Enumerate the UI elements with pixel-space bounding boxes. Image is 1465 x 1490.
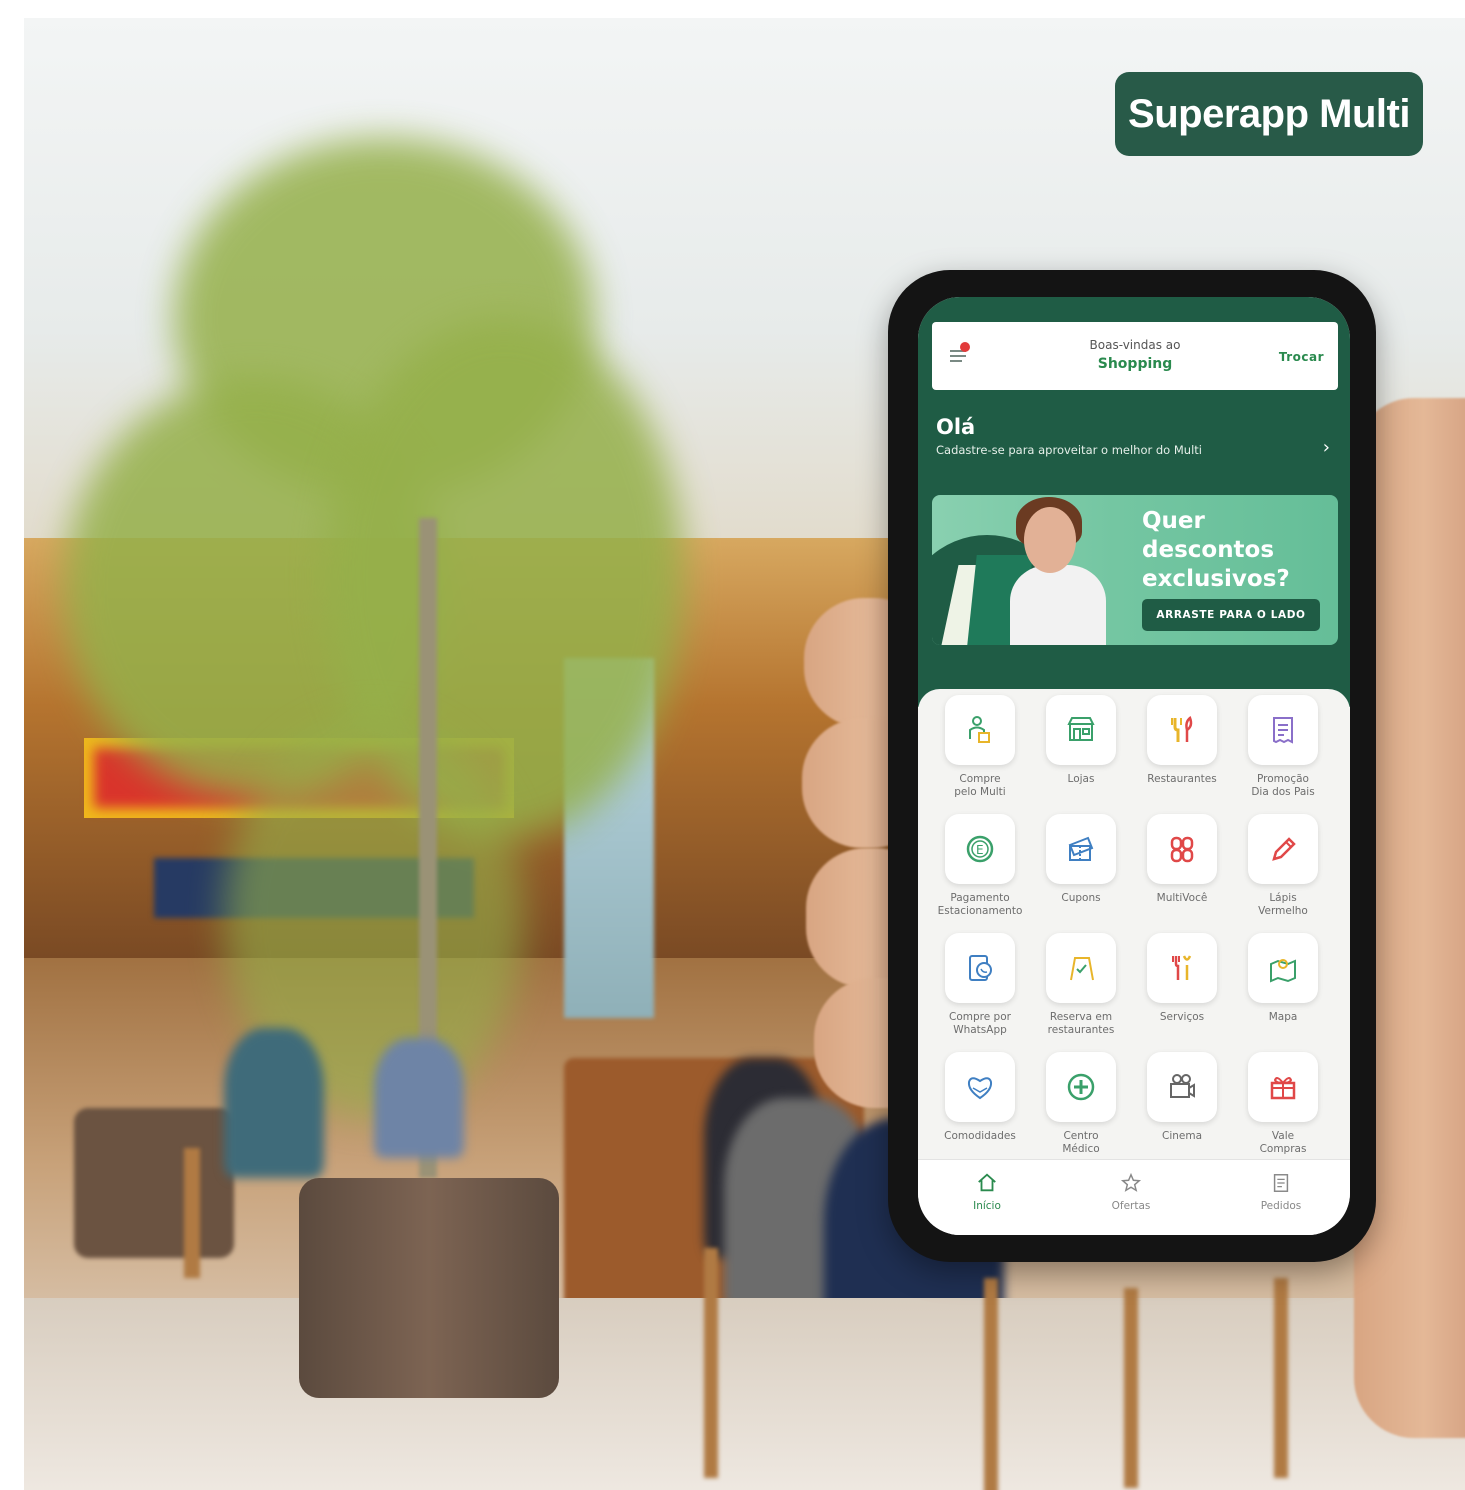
- shopping-name: Shopping: [1097, 356, 1173, 372]
- service-label: Compre por WhatsApp: [949, 1011, 1011, 1036]
- receipt-icon: [1273, 717, 1293, 744]
- tab-ofertas[interactable]: Ofertas: [1086, 1172, 1176, 1212]
- switch-shopping-button[interactable]: Trocar: [1279, 350, 1324, 364]
- service-tile-box[interactable]: [1046, 933, 1116, 1003]
- service-tile-box[interactable]: [1046, 695, 1116, 765]
- service-tile-box[interactable]: [1147, 814, 1217, 884]
- service-tile[interactable]: Serviços: [1132, 933, 1232, 1024]
- header-area: Boas-vindas ao Shopping Trocar Olá Cadas…: [918, 297, 1350, 707]
- pencil-icon: [1272, 837, 1296, 861]
- service-tile[interactable]: MultiVocê: [1132, 814, 1232, 905]
- tab-label: Ofertas: [1111, 1200, 1151, 1212]
- service-tile-box[interactable]: [1147, 933, 1217, 1003]
- shopping-selector-bar: Boas-vindas ao Shopping Trocar: [932, 322, 1338, 390]
- banner-headline: Quer descontos exclusivos?: [1142, 508, 1290, 592]
- multivoce-icon: [1170, 836, 1194, 863]
- tab-label: Início: [973, 1200, 1001, 1212]
- greeting-title: Olá: [936, 415, 976, 439]
- tab-pedidos[interactable]: Pedidos: [1236, 1172, 1326, 1212]
- camera-icon: [1170, 1074, 1195, 1098]
- service-tile-box[interactable]: [1147, 695, 1217, 765]
- service-tile[interactable]: Lojas: [1031, 695, 1131, 786]
- service-tile-box[interactable]: [1046, 814, 1116, 884]
- service-tile[interactable]: Reserva em restaurantes: [1031, 933, 1131, 1037]
- bottom-tab-bar: Início Ofertas Pedidos: [918, 1159, 1350, 1235]
- service-label: Cinema: [1161, 1130, 1203, 1142]
- parking-coin-icon: E: [966, 835, 994, 863]
- orders-icon: [1273, 1174, 1289, 1192]
- service-tile[interactable]: Cinema: [1132, 1052, 1232, 1143]
- service-tile-box[interactable]: [1046, 1052, 1116, 1122]
- service-tile[interactable]: Centro Médico: [1031, 1052, 1131, 1156]
- service-tile[interactable]: Compre por WhatsApp: [930, 933, 1030, 1037]
- services-grid: Compre pelo Multi Lojas Restaurantes Promoç…: [918, 689, 1350, 1159]
- welcome-text: Boas-vindas ao: [1089, 338, 1181, 352]
- heart-hands-icon: [967, 1077, 993, 1100]
- service-label: Pagamento Estacionamento: [937, 892, 1023, 917]
- service-label: Restaurantes: [1147, 773, 1217, 785]
- gift-icon: [1270, 1077, 1296, 1100]
- service-tile-box[interactable]: E: [945, 814, 1015, 884]
- model-photo: [1024, 507, 1076, 573]
- promo-banner[interactable]: Quer descontos exclusivos? ARRASTE PARA …: [932, 495, 1338, 645]
- service-tile-box[interactable]: [945, 1052, 1015, 1122]
- tab-inicio[interactable]: Início: [942, 1172, 1032, 1212]
- service-tile-box[interactable]: [1147, 1052, 1217, 1122]
- service-label: Promoção Dia dos Pais: [1251, 773, 1315, 798]
- service-tile[interactable]: Vale Compras: [1233, 1052, 1333, 1156]
- service-tile[interactable]: Mapa: [1233, 933, 1333, 1024]
- star-icon: [1120, 1172, 1142, 1192]
- superapp-badge: Superapp Multi: [1115, 72, 1423, 156]
- person-bag-icon: [969, 716, 990, 743]
- signup-prompt[interactable]: Cadastre-se para aproveitar o melhor do …: [936, 443, 1202, 457]
- fork-knife-icon: [1171, 715, 1193, 742]
- badge-label: Superapp Multi: [1128, 91, 1410, 136]
- service-tile[interactable]: Cupons: [1031, 814, 1131, 905]
- service-tile[interactable]: Compre pelo Multi: [930, 695, 1030, 799]
- reservation-icon: [1070, 957, 1094, 981]
- service-label: Vale Compras: [1259, 1130, 1307, 1155]
- service-label: Lápis Vermelho: [1258, 892, 1308, 917]
- service-tile-box[interactable]: [1248, 814, 1318, 884]
- service-label: Lojas: [1067, 773, 1095, 785]
- service-label: Compre pelo Multi: [954, 773, 1006, 798]
- service-tile-box[interactable]: [1248, 1052, 1318, 1122]
- service-tile[interactable]: E Pagamento Estacionamento: [930, 814, 1030, 918]
- service-tile[interactable]: Comodidades: [930, 1052, 1030, 1143]
- swipe-button[interactable]: ARRASTE PARA O LADO: [1142, 599, 1320, 631]
- service-tile[interactable]: Lápis Vermelho: [1233, 814, 1333, 918]
- map-pin-icon: [1270, 959, 1296, 983]
- chevron-right-icon[interactable]: ›: [1323, 437, 1330, 458]
- service-tile-box[interactable]: [1248, 695, 1318, 765]
- service-tile-box[interactable]: [945, 695, 1015, 765]
- service-tile-box[interactable]: [945, 933, 1015, 1003]
- service-label: Cupons: [1061, 892, 1101, 904]
- medical-cross-icon: [1067, 1073, 1095, 1101]
- tab-label: Pedidos: [1260, 1200, 1302, 1212]
- tools-icon: [1172, 955, 1192, 980]
- service-label: Serviços: [1159, 1011, 1205, 1023]
- service-label: Reserva em restaurantes: [1047, 1011, 1115, 1036]
- service-label: Mapa: [1268, 1011, 1298, 1023]
- service-tile[interactable]: Promoção Dia dos Pais: [1233, 695, 1333, 799]
- store-icon: [1067, 717, 1095, 741]
- app-screen: Boas-vindas ao Shopping Trocar Olá Cadas…: [918, 297, 1350, 1235]
- coupon-icon: [1068, 836, 1094, 861]
- service-label: Centro Médico: [1062, 1130, 1100, 1155]
- service-label: Comodidades: [944, 1130, 1016, 1142]
- home-icon: [978, 1173, 996, 1192]
- svg-text:E: E: [976, 843, 984, 857]
- service-tile-box[interactable]: [1248, 933, 1318, 1003]
- service-label: MultiVocê: [1156, 892, 1208, 904]
- whatsapp-phone-icon: [969, 955, 992, 981]
- service-tile[interactable]: Restaurantes: [1132, 695, 1232, 786]
